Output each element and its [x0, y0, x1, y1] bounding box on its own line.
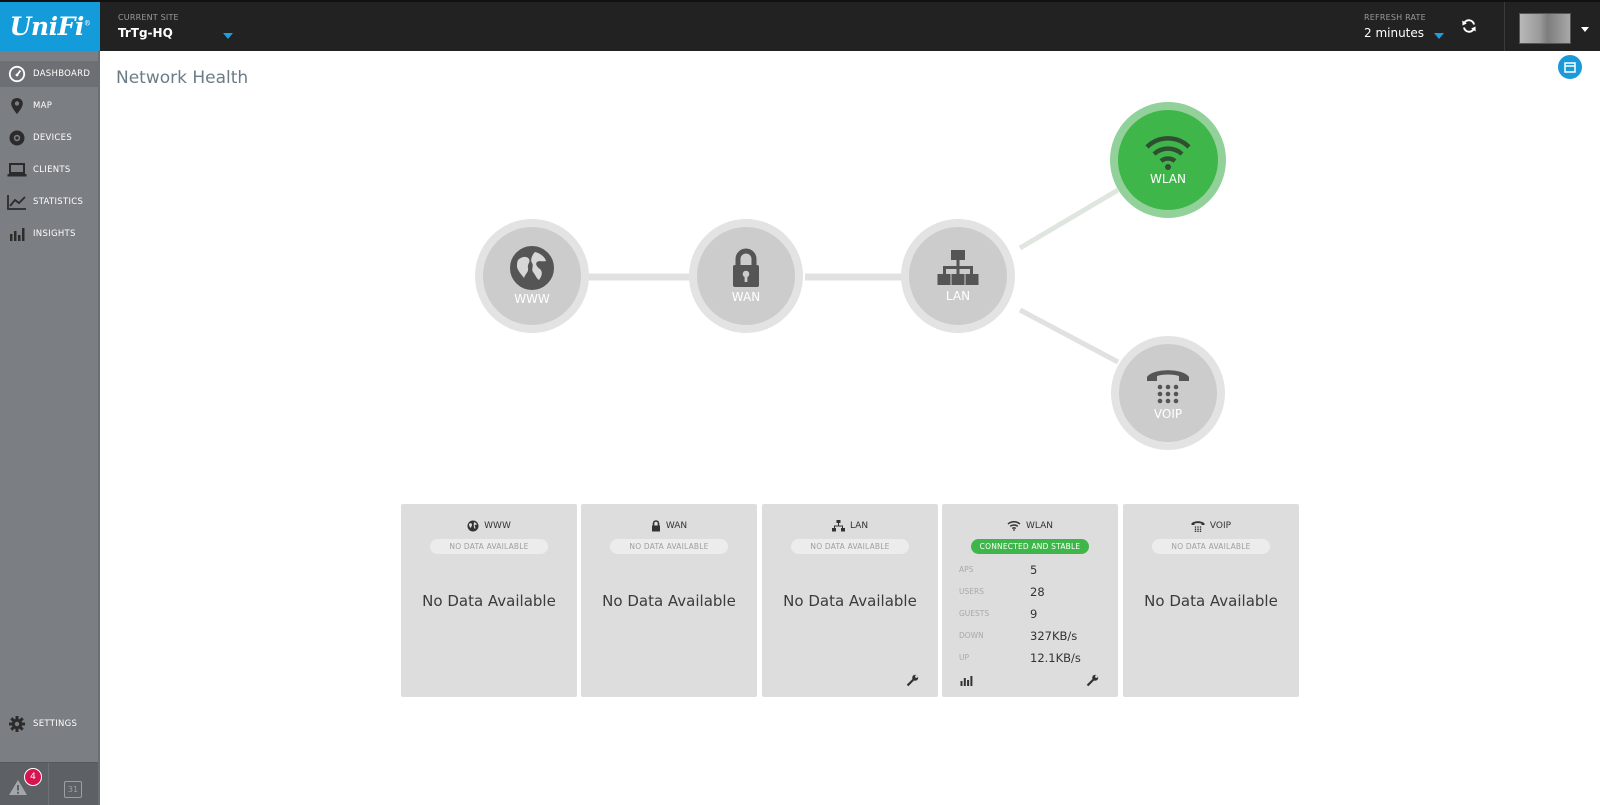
stat-label: DOWN: [959, 631, 984, 640]
card-title: WLAN: [1025, 520, 1053, 531]
node-lan[interactable]: LAN: [901, 219, 1015, 333]
node-www[interactable]: WWW: [475, 219, 589, 333]
node-wlan[interactable]: WLAN: [1110, 102, 1226, 218]
no-data-message: No Data Available: [1144, 592, 1278, 610]
card-header: WLAN: [942, 520, 1118, 531]
status-badge: NO DATA AVAILABLE: [791, 539, 909, 554]
card-header: WAN: [581, 520, 757, 532]
wifi-icon: [1145, 136, 1191, 170]
card-title: WAN: [665, 521, 688, 531]
globe-icon: [510, 246, 554, 290]
no-data-message: No Data Available: [783, 592, 917, 610]
card-lan[interactable]: LAN NO DATA AVAILABLE No Data Available: [762, 504, 938, 697]
card-wlan[interactable]: WLAN CONNECTED AND STABLE APS 5 USERS 28…: [942, 504, 1118, 697]
no-data-message: No Data Available: [602, 592, 736, 610]
bar-chart-icon[interactable]: [958, 672, 974, 688]
stat-value: 327KB/s: [1030, 629, 1078, 643]
stat-row-aps: APS 5: [959, 563, 1109, 577]
stat-row-users: USERS 28: [959, 585, 1109, 599]
wifi-icon: [1007, 520, 1021, 531]
lock-icon: [733, 248, 759, 287]
stat-value: 5: [1030, 563, 1038, 577]
stat-row-guests: GUESTS 9: [959, 607, 1109, 621]
stat-row-down: DOWN 327KB/s: [959, 629, 1109, 643]
phone-icon: [1147, 370, 1189, 404]
stat-value: 9: [1030, 607, 1038, 621]
stat-value: 12.1KB/s: [1030, 651, 1081, 665]
status-badge: NO DATA AVAILABLE: [610, 539, 728, 554]
status-badge: CONNECTED AND STABLE: [971, 539, 1089, 554]
node-label: WLAN: [1149, 172, 1186, 186]
network-icon: [937, 250, 979, 285]
card-title: VOIP: [1209, 521, 1232, 531]
card-title: WWW: [484, 521, 511, 531]
node-voip[interactable]: VOIP: [1111, 336, 1225, 450]
card-title: LAN: [849, 521, 869, 531]
status-badge: NO DATA AVAILABLE: [1152, 539, 1270, 554]
stat-label: UP: [959, 653, 970, 662]
node-label: WAN: [731, 290, 761, 304]
card-header: LAN: [762, 520, 938, 532]
card-wan[interactable]: WAN NO DATA AVAILABLE No Data Available: [581, 504, 757, 697]
stat-label: GUESTS: [959, 609, 990, 618]
no-data-message: No Data Available: [422, 592, 556, 610]
status-badge: NO DATA AVAILABLE: [430, 539, 548, 554]
card-header: VOIP: [1123, 520, 1299, 532]
node-wan[interactable]: WAN: [689, 219, 803, 333]
node-label: LAN: [945, 289, 971, 303]
unifi-controller: UniFi® CURRENT SITE TrTg-HQ REFRESH RATE…: [0, 0, 1600, 805]
stat-label: USERS: [959, 587, 984, 596]
stat-label: APS: [959, 565, 974, 574]
card-header: WWW: [401, 520, 577, 532]
card-voip[interactable]: VOIP NO DATA AVAILABLE No Data Available: [1123, 504, 1299, 697]
card-www[interactable]: WWW NO DATA AVAILABLE No Data Available: [401, 504, 577, 697]
wrench-icon[interactable]: [1084, 672, 1100, 688]
node-label: WWW: [514, 292, 550, 306]
phone-icon: [1191, 521, 1205, 532]
stat-row-up: UP 12.1KB/s: [959, 651, 1109, 665]
node-label: VOIP: [1153, 407, 1183, 421]
stat-value: 28: [1030, 585, 1045, 599]
network-icon: [831, 520, 845, 532]
globe-icon: [467, 520, 479, 532]
lock-icon: [651, 520, 660, 532]
wrench-icon[interactable]: [904, 672, 920, 688]
